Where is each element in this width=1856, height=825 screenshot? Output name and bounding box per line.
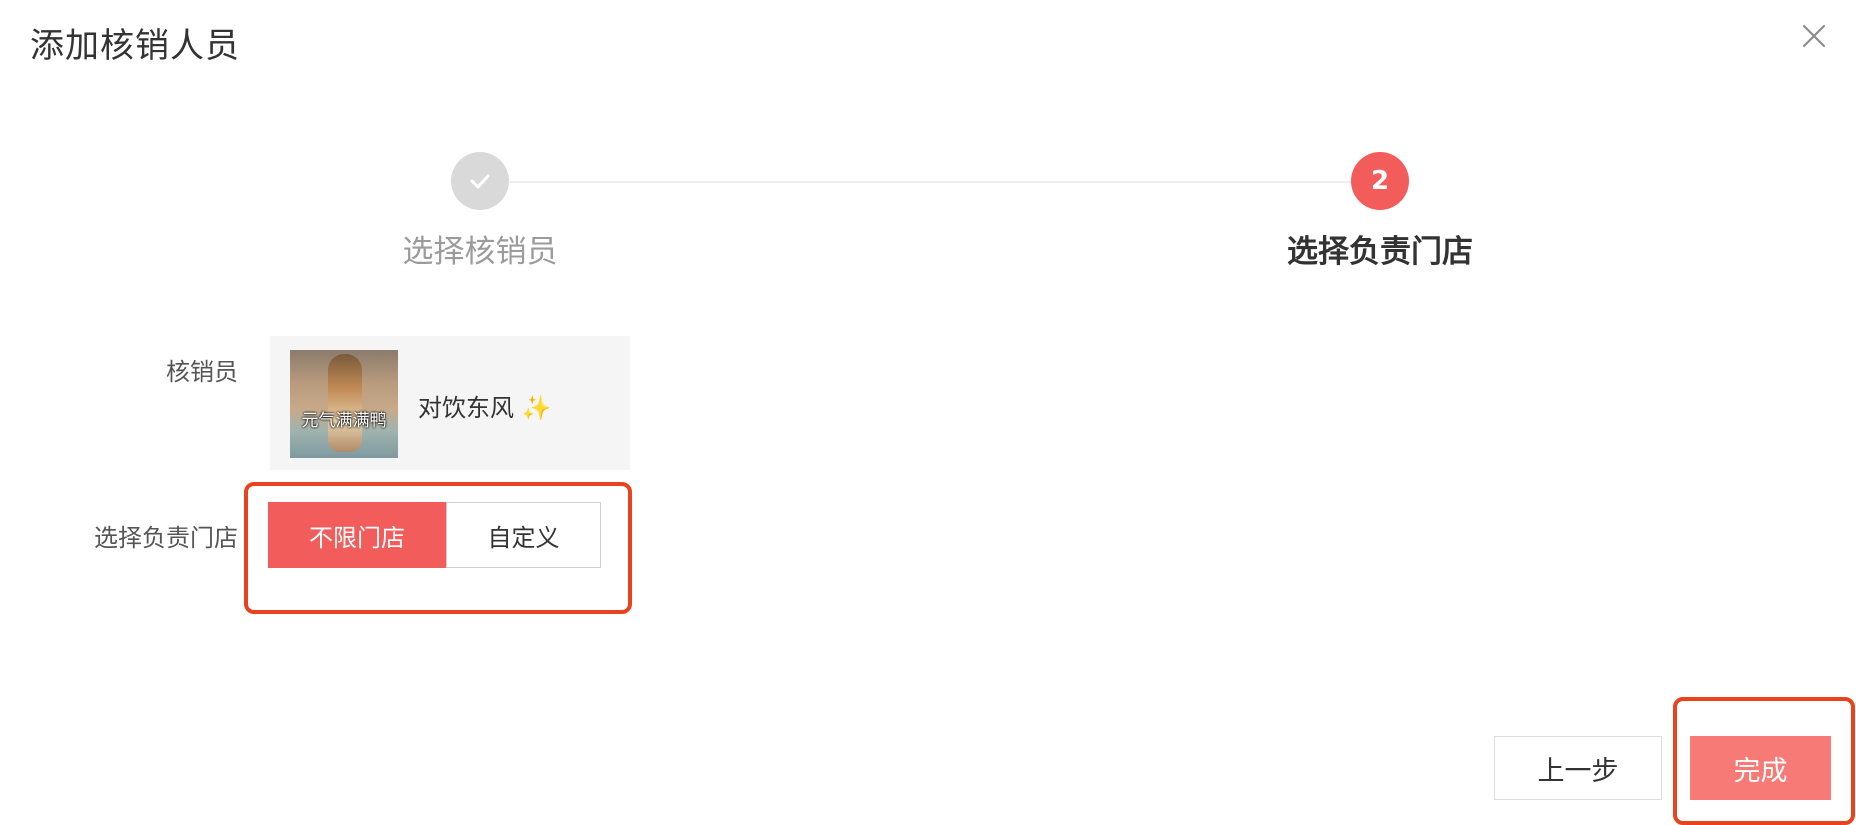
- dialog-title: 添加核销人员: [30, 26, 240, 66]
- close-icon[interactable]: [1796, 18, 1832, 54]
- step-1-label: 选择核销员: [402, 234, 558, 270]
- step-1-completed-indicator: [451, 152, 509, 210]
- step-2-label: 选择负责门店: [1287, 234, 1473, 270]
- store-field-label: 选择负责门店: [94, 524, 238, 552]
- staff-name: 对饮东风 ✨: [418, 394, 552, 422]
- avatar-caption: 元气满满鸭: [301, 411, 387, 431]
- custom-stores-option[interactable]: 自定义: [446, 502, 601, 568]
- avatar-figure: [328, 354, 362, 452]
- step-connector-line: [510, 181, 1354, 183]
- done-button[interactable]: 完成: [1690, 736, 1831, 800]
- previous-step-button[interactable]: 上一步: [1494, 736, 1662, 800]
- avatar: 元气满满鸭: [290, 350, 398, 458]
- checkmark-icon: [470, 174, 490, 189]
- selected-staff-card: 元气满满鸭 对饮东风 ✨: [270, 336, 630, 470]
- staff-field-label: 核销员: [166, 358, 238, 386]
- step-2-indicator: 2: [1351, 152, 1409, 210]
- unlimited-stores-option[interactable]: 不限门店: [268, 502, 446, 568]
